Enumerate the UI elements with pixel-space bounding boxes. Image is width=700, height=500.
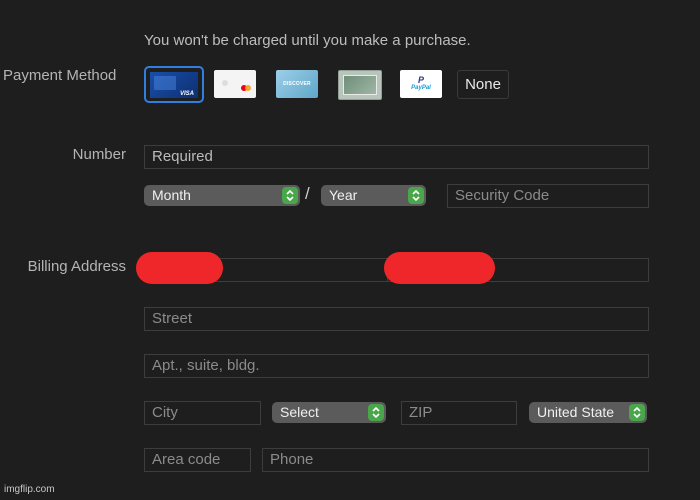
card-number-input[interactable]: Required (144, 145, 649, 169)
mastercard-logo-icon (241, 85, 251, 91)
apt-suite-input[interactable]: Apt., suite, bldg. (144, 354, 649, 378)
payment-option-apple-card[interactable] (214, 70, 256, 98)
date-separator: / (305, 184, 310, 203)
payment-method-label: Payment Method (3, 67, 117, 84)
payment-option-paypal[interactable]: P PayPal (400, 70, 442, 98)
area-code-input[interactable]: Area code (144, 448, 251, 472)
charge-notice: You won't be charged until you make a pu… (144, 32, 471, 49)
chevron-updown-icon (408, 187, 424, 204)
year-select[interactable]: Year (321, 185, 426, 206)
paypal-logo-icon: P (417, 75, 424, 85)
billing-address-label: Billing Address (27, 258, 126, 275)
payment-option-amex[interactable] (338, 70, 382, 100)
chevron-updown-icon (282, 187, 298, 204)
redaction-mark (136, 252, 223, 284)
amex-card-icon (343, 75, 377, 95)
watermark: imgflip.com (4, 484, 55, 495)
redaction-mark (384, 252, 495, 284)
zip-input[interactable]: ZIP (401, 401, 517, 425)
street-input[interactable]: Street (144, 307, 649, 331)
payment-option-visa[interactable]: VISA (144, 66, 204, 103)
chevron-updown-icon (629, 404, 645, 421)
state-select[interactable]: Select (272, 402, 386, 423)
country-select[interactable]: United State (529, 402, 647, 423)
month-select[interactable]: Month (144, 185, 300, 206)
payment-option-discover[interactable]: DISCOVER (276, 70, 318, 98)
phone-input[interactable]: Phone (262, 448, 649, 472)
number-label: Number (72, 146, 126, 163)
security-code-input[interactable]: Security Code (447, 184, 649, 208)
payment-option-none[interactable]: None (457, 70, 509, 99)
city-input[interactable]: City (144, 401, 261, 425)
chevron-updown-icon (368, 404, 384, 421)
visa-card-icon: VISA (150, 71, 198, 98)
discover-card-icon: DISCOVER (283, 81, 311, 87)
